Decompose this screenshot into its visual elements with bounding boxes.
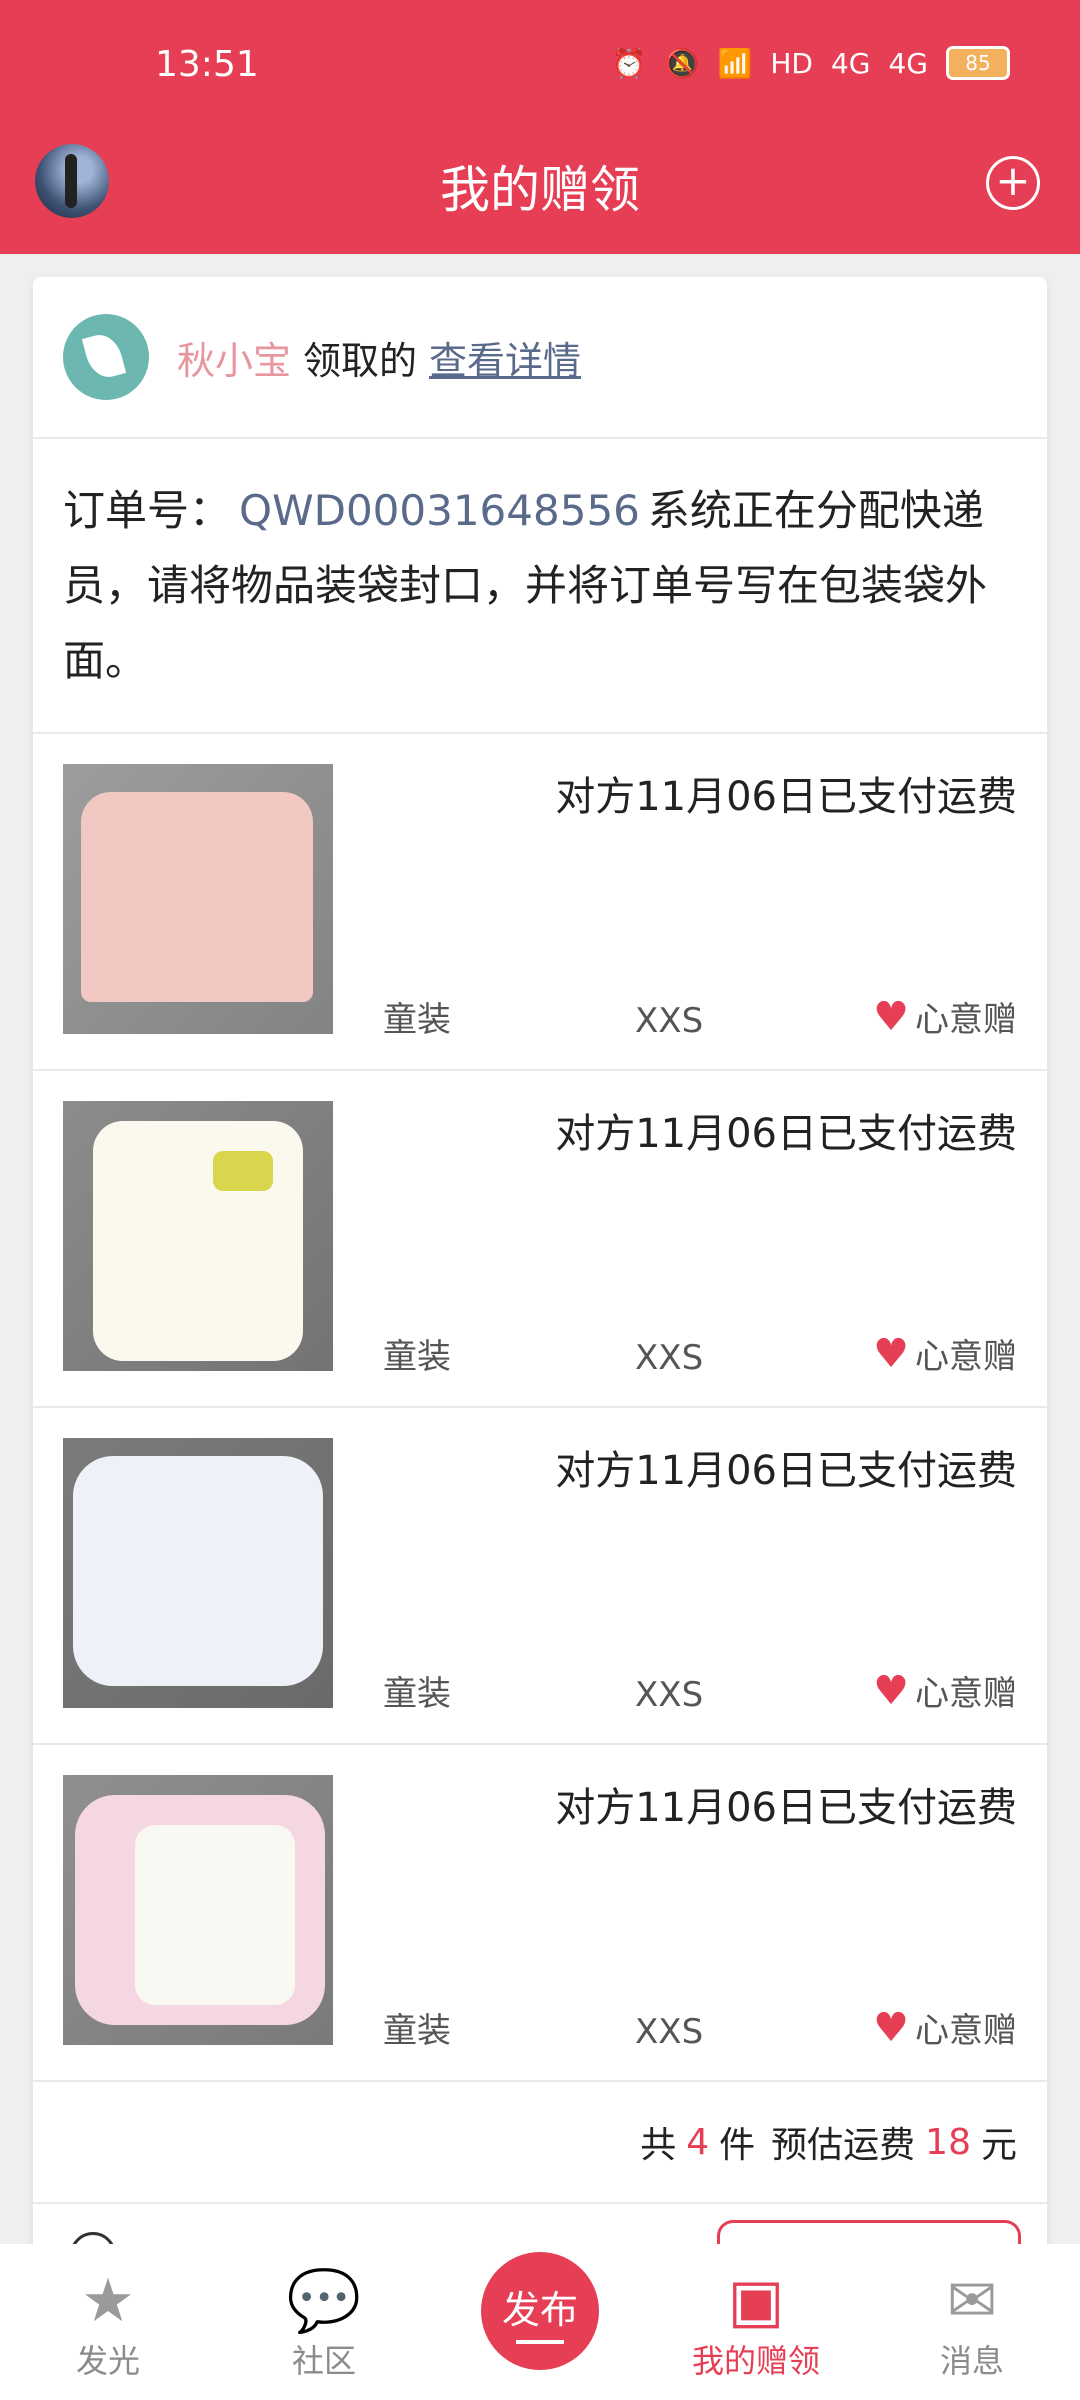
nav-item-community[interactable]: 💬 社区 xyxy=(216,2266,432,2400)
publish-icon xyxy=(516,2339,564,2344)
nav-item-messages[interactable]: ✉ 消息 xyxy=(864,2266,1080,2400)
hd-icon: HD xyxy=(770,46,813,80)
item-type: ♥ 心意赠 xyxy=(873,992,1017,1041)
signal-icon: 4G xyxy=(830,46,871,80)
leaf-logo-icon xyxy=(63,314,149,400)
gift-box-icon: ▣ xyxy=(727,2266,785,2336)
mail-icon: ✉ xyxy=(946,2266,998,2336)
claimer-name: 秋小宝 xyxy=(177,338,292,383)
list-item[interactable]: 对方11月06日已支付运费 童装 XXS ♥ 心意赠 xyxy=(33,734,1047,1071)
count-unit: 件 xyxy=(719,2125,756,2166)
nav-item-publish[interactable]: 发布 xyxy=(432,2252,648,2400)
item-type-label: 心意赠 xyxy=(915,1674,1017,1714)
wifi-icon: 📶 xyxy=(717,46,753,80)
item-image xyxy=(63,764,333,1034)
item-status: 对方11月06日已支付运费 xyxy=(555,1111,1017,1157)
star-icon: ★ xyxy=(81,2266,135,2336)
nav-label: 消息 xyxy=(939,2342,1004,2380)
heart-icon: ♥ xyxy=(873,1330,909,1377)
item-type: ♥ 心意赠 xyxy=(873,1329,1017,1378)
order-info: 订单号： QWD00031648556 系统正在分配快递员，请将物品装袋封口，并将订… xyxy=(33,439,1047,734)
claim-text: 秋小宝 领取的 查看详情 xyxy=(177,330,581,385)
fee-amount: 18 xyxy=(925,2121,971,2163)
page-title: 我的赠领 xyxy=(440,161,640,219)
nav-label: 社区 xyxy=(291,2342,356,2380)
view-details-link[interactable]: 查看详情 xyxy=(429,339,581,383)
claim-row: 秋小宝 领取的 查看详情 xyxy=(33,277,1047,439)
publish-label: 发布 xyxy=(501,2287,578,2332)
item-type-label: 心意赠 xyxy=(915,1000,1017,1040)
item-image xyxy=(63,1438,333,1708)
heart-icon: ♥ xyxy=(873,2004,909,2051)
order-label: 订单号： xyxy=(63,486,232,535)
order-summary: 共 4 件预估运费 18 元 xyxy=(33,2082,1047,2204)
claim-verb: 领取的 xyxy=(303,338,418,383)
item-type-label: 心意赠 xyxy=(915,1337,1017,1377)
item-category: 童装 xyxy=(383,1337,451,1377)
claim-card: 秋小宝 领取的 查看详情 订单号： QWD00031648556 系统正在分配快递员，请… xyxy=(33,277,1047,2277)
item-category: 童装 xyxy=(383,1674,451,1714)
heart-icon: ♥ xyxy=(873,1667,909,1714)
item-status: 对方11月06日已支付运费 xyxy=(555,774,1017,820)
bottom-nav: ★ 发光 💬 社区 发布 ▣ 我的赠领 ✉ 消息 xyxy=(0,2244,1080,2400)
item-type: ♥ 心意赠 xyxy=(873,1666,1017,1715)
publish-button[interactable]: 发布 xyxy=(481,2252,599,2370)
header-bar: 13:51 ⏰ 🔕 📶 HD 4G 4G 85 我的赠领 + xyxy=(0,0,1080,254)
status-time: 13:51 xyxy=(155,44,259,85)
item-category: 童装 xyxy=(383,2011,451,2051)
mute-icon: 🔕 xyxy=(664,46,700,80)
item-count: 4 xyxy=(686,2121,710,2163)
order-number: QWD00031648556 xyxy=(239,486,640,535)
list-item[interactable]: 对方11月06日已支付运费 童装 XXS ♥ 心意赠 xyxy=(33,1745,1047,2082)
nav-item-my-claims[interactable]: ▣ 我的赠领 xyxy=(648,2266,864,2400)
heart-icon: ♥ xyxy=(873,993,909,1040)
nav-item-faguang[interactable]: ★ 发光 xyxy=(0,2266,216,2400)
chat-bubble-icon: 💬 xyxy=(286,2266,362,2336)
item-size: XXS xyxy=(635,2012,704,2052)
nav-label: 发光 xyxy=(75,2342,140,2380)
fee-label: 预估运费 xyxy=(771,2125,916,2166)
item-size: XXS xyxy=(635,1675,704,1715)
list-item[interactable]: 对方11月06日已支付运费 童装 XXS ♥ 心意赠 xyxy=(33,1408,1047,1745)
alarm-icon: ⏰ xyxy=(611,46,647,80)
item-size: XXS xyxy=(635,1001,704,1041)
item-size: XXS xyxy=(635,1338,704,1378)
summary-prefix: 共 xyxy=(640,2125,677,2166)
signal-icon: 4G xyxy=(888,46,928,80)
item-type-label: 心意赠 xyxy=(915,2011,1017,2051)
item-status: 对方11月06日已支付运费 xyxy=(555,1448,1017,1494)
item-image xyxy=(63,1775,333,2045)
fee-unit: 元 xyxy=(980,2125,1017,2166)
plus-circle-icon[interactable]: + xyxy=(986,156,1040,210)
list-item[interactable]: 对方11月06日已支付运费 童装 XXS ♥ 心意赠 xyxy=(33,1071,1047,1408)
item-category: 童装 xyxy=(383,1000,451,1040)
item-type: ♥ 心意赠 xyxy=(873,2003,1017,2052)
item-status: 对方11月06日已支付运费 xyxy=(555,1785,1017,1831)
status-icons: ⏰ 🔕 📶 HD 4G 4G 85 xyxy=(612,46,1010,80)
battery-icon: 85 xyxy=(946,46,1010,80)
item-image xyxy=(63,1101,333,1371)
nav-label: 我的赠领 xyxy=(691,2342,820,2380)
